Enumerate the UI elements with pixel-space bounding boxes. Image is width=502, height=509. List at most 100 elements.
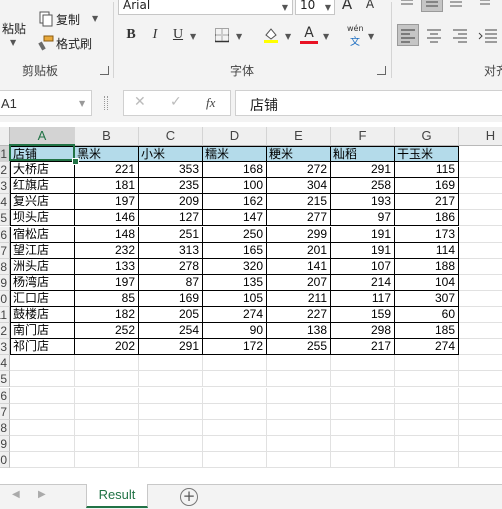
value-cell[interactable]: 277 (267, 210, 331, 227)
value-cell[interactable]: 207 (267, 274, 331, 291)
chevron-down-icon[interactable]: ▼ (236, 32, 242, 41)
value-cell[interactable]: 209 (139, 194, 203, 211)
fill-handle[interactable] (72, 158, 79, 165)
store-name-cell[interactable]: 祁门店 (10, 339, 75, 356)
empty-cell[interactable] (459, 404, 502, 420)
font-color-button[interactable]: A (300, 24, 318, 42)
empty-cell[interactable] (459, 243, 502, 259)
row-header-9[interactable]: 9 (0, 274, 10, 291)
empty-cell[interactable] (203, 451, 267, 468)
value-cell[interactable]: 214 (331, 274, 395, 291)
empty-cell[interactable] (331, 355, 395, 372)
column-header-g[interactable]: G (395, 127, 459, 146)
name-box[interactable]: A1 ▼ (0, 90, 92, 116)
row-header-12[interactable]: 12 (0, 323, 10, 340)
empty-cell[interactable] (267, 371, 331, 388)
scroll-right-icon[interactable]: ▶ (38, 489, 46, 500)
value-cell[interactable]: 141 (267, 258, 331, 275)
indent-icon[interactable] (477, 25, 499, 45)
empty-cell[interactable] (203, 435, 267, 452)
align-left-button[interactable] (397, 24, 419, 46)
chevron-down-icon[interactable]: ▼ (79, 99, 85, 108)
empty-cell[interactable] (459, 259, 502, 275)
empty-cell[interactable] (75, 451, 139, 468)
value-cell[interactable]: 105 (203, 290, 267, 307)
value-cell[interactable]: 313 (139, 242, 203, 259)
border-icon[interactable] (214, 27, 230, 43)
value-cell[interactable]: 186 (395, 210, 459, 227)
value-cell[interactable]: 272 (267, 162, 331, 179)
empty-cell[interactable] (10, 387, 75, 404)
column-header-h[interactable]: H (459, 127, 502, 146)
empty-cell[interactable] (331, 387, 395, 404)
empty-cell[interactable] (10, 403, 75, 420)
value-cell[interactable]: 274 (203, 307, 267, 324)
empty-cell[interactable] (395, 355, 459, 372)
insert-function-icon[interactable]: fx (206, 95, 215, 111)
value-cell[interactable]: 291 (331, 162, 395, 179)
value-cell[interactable]: 320 (203, 258, 267, 275)
value-cell[interactable]: 193 (331, 194, 395, 211)
table-header-cell[interactable]: 小米 (139, 146, 203, 163)
empty-cell[interactable] (10, 355, 75, 372)
value-cell[interactable]: 353 (139, 162, 203, 179)
column-header-d[interactable]: D (203, 127, 267, 146)
empty-cell[interactable] (331, 419, 395, 436)
value-cell[interactable]: 217 (395, 194, 459, 211)
value-cell[interactable]: 87 (139, 274, 203, 291)
phonetic-button[interactable]: wén 文 (346, 24, 366, 48)
font-launcher-icon[interactable] (377, 66, 386, 75)
value-cell[interactable]: 85 (75, 290, 139, 307)
empty-cell[interactable] (459, 275, 502, 291)
empty-cell[interactable] (10, 451, 75, 468)
column-header-f[interactable]: F (331, 127, 395, 146)
empty-cell[interactable] (459, 339, 502, 356)
empty-cell[interactable] (139, 371, 203, 388)
row-header-14[interactable]: 14 (0, 355, 10, 372)
font-name-combo[interactable]: Arial ▼ (118, 0, 293, 15)
empty-cell[interactable] (10, 371, 75, 388)
column-header-e[interactable]: E (267, 127, 331, 146)
table-header-cell[interactable]: 粳米 (267, 146, 331, 163)
value-cell[interactable]: 254 (139, 323, 203, 340)
align-bottom-icon[interactable] (448, 0, 464, 10)
row-header-20[interactable]: 20 (0, 451, 10, 468)
value-cell[interactable]: 159 (331, 307, 395, 324)
row-header-10[interactable]: 10 (0, 290, 10, 307)
empty-cell[interactable] (10, 419, 75, 436)
empty-cell[interactable] (75, 387, 139, 404)
value-cell[interactable]: 197 (75, 274, 139, 291)
store-name-cell[interactable]: 复兴店 (10, 194, 75, 211)
paste-button[interactable]: 粘贴 ▼ (0, 0, 34, 50)
empty-cell[interactable] (267, 419, 331, 436)
formula-bar-grip[interactable] (104, 96, 108, 110)
empty-cell[interactable] (139, 403, 203, 420)
fill-color-icon[interactable] (262, 26, 280, 44)
empty-cell[interactable] (459, 371, 502, 388)
empty-cell[interactable] (139, 355, 203, 372)
store-name-cell[interactable]: 大桥店 (10, 162, 75, 179)
empty-cell[interactable] (10, 435, 75, 452)
value-cell[interactable]: 211 (267, 290, 331, 307)
value-cell[interactable]: 205 (139, 307, 203, 324)
value-cell[interactable]: 217 (331, 339, 395, 356)
value-cell[interactable]: 215 (267, 194, 331, 211)
value-cell[interactable]: 117 (331, 290, 395, 307)
row-header-18[interactable]: 18 (0, 419, 10, 436)
empty-cell[interactable] (395, 451, 459, 468)
align-right-icon[interactable] (450, 25, 470, 45)
formula-input[interactable]: 店铺 (235, 90, 502, 116)
align-top-icon[interactable] (399, 0, 415, 10)
empty-cell[interactable] (459, 162, 502, 179)
table-header-cell[interactable]: 糯米 (203, 146, 267, 163)
empty-cell[interactable] (459, 194, 502, 211)
format-painter-button[interactable]: 格式刷 (36, 34, 106, 52)
store-name-cell[interactable]: 杨湾店 (10, 274, 75, 291)
empty-cell[interactable] (75, 355, 139, 372)
empty-cell[interactable] (395, 387, 459, 404)
empty-cell[interactable] (75, 419, 139, 436)
scroll-left-icon[interactable]: ◀ (12, 489, 20, 500)
value-cell[interactable]: 100 (203, 178, 267, 195)
enter-icon[interactable]: ✓ (170, 94, 182, 110)
empty-cell[interactable] (331, 451, 395, 468)
